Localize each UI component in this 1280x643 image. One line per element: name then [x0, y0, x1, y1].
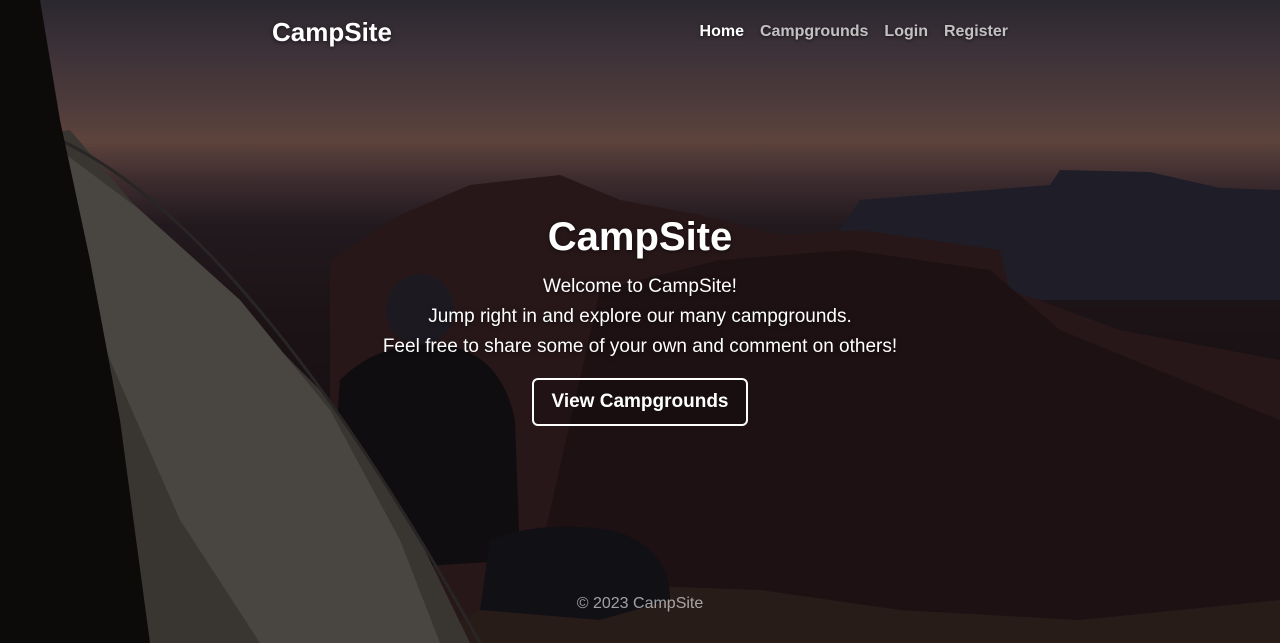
top-navbar: CampSite Home Campgrounds Login Register — [272, 0, 1008, 64]
footer-copyright: © 2023 CampSite — [576, 595, 704, 612]
nav-link-campgrounds[interactable]: Campgrounds — [760, 23, 868, 41]
hero-explore-line: Jump right in and explore our many campg… — [428, 306, 852, 327]
hero-share-line: Feel free to share some of your own and … — [382, 336, 898, 357]
hero-welcome-line: Welcome to CampSite! — [543, 276, 737, 297]
view-campgrounds-button[interactable]: View Campgrounds — [532, 378, 748, 426]
brand-logo[interactable]: CampSite — [272, 17, 392, 48]
hero-section: CampSite Welcome to CampSite! Jump right… — [0, 212, 1280, 426]
nav-link-login[interactable]: Login — [884, 23, 928, 41]
nav-links: Home Campgrounds Login Register — [700, 23, 1008, 41]
hero-title: CampSite — [547, 215, 733, 259]
landing-page: CampSite Home Campgrounds Login Register… — [0, 0, 1280, 643]
nav-link-home[interactable]: Home — [700, 23, 744, 41]
nav-link-register[interactable]: Register — [944, 23, 1008, 41]
